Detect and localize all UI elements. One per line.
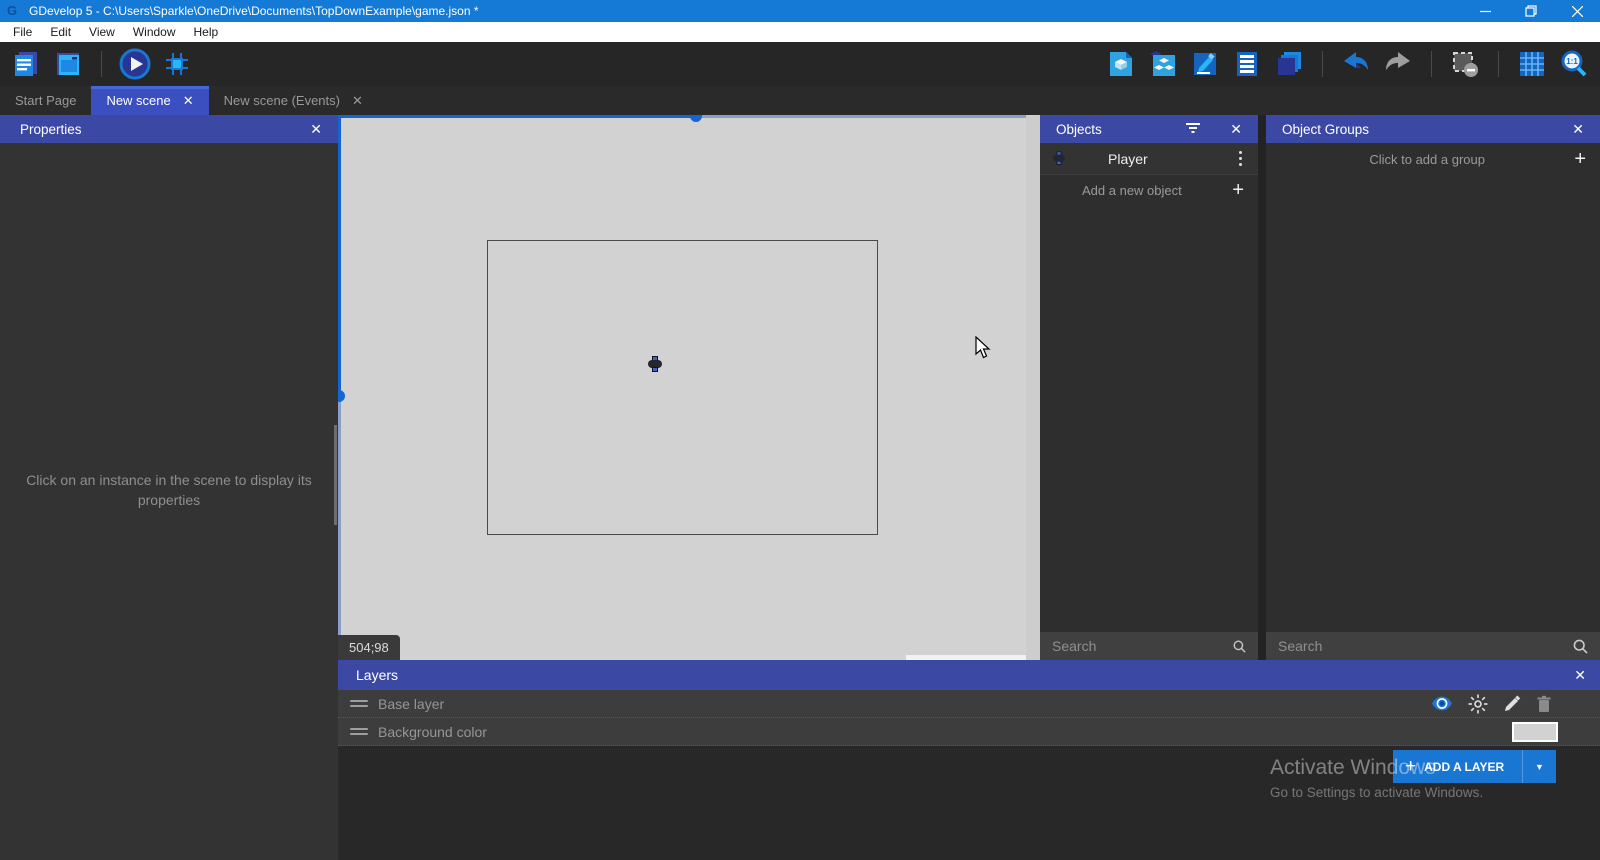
vertical-scroll-thumb[interactable] bbox=[338, 390, 345, 402]
player-feet bbox=[652, 367, 658, 372]
menu-window[interactable]: Window bbox=[124, 22, 185, 42]
object-groups-header: Object Groups ✕ bbox=[1266, 115, 1600, 143]
tab-new-scene-events[interactable]: New scene (Events) ✕ bbox=[209, 86, 378, 115]
add-layer-button[interactable]: + ADD A LAYER ▼ bbox=[1393, 750, 1556, 783]
layers-icon[interactable] bbox=[1273, 48, 1305, 80]
toolbar-separator bbox=[1431, 51, 1432, 77]
edit-scene-properties-icon[interactable] bbox=[1189, 48, 1221, 80]
vertical-scroll-track[interactable] bbox=[338, 115, 341, 660]
properties-empty-message: Click on an instance in the scene to dis… bbox=[19, 470, 319, 510]
chevron-down-icon[interactable]: ▼ bbox=[1522, 750, 1556, 783]
grid-icon[interactable] bbox=[1516, 48, 1548, 80]
restore-button[interactable] bbox=[1508, 0, 1554, 22]
scene-window-border bbox=[487, 240, 878, 535]
groups-searchbar bbox=[1266, 632, 1600, 660]
close-icon[interactable]: ✕ bbox=[1556, 121, 1600, 138]
add-object-row[interactable]: Add a new object + bbox=[1040, 175, 1258, 205]
horizontal-scroll-thumb[interactable] bbox=[690, 115, 702, 122]
object-groups-icon[interactable] bbox=[1147, 48, 1179, 80]
panel-resize-gutter[interactable] bbox=[1026, 115, 1040, 660]
scene-canvas[interactable]: 504;98 bbox=[338, 115, 1026, 660]
plus-icon[interactable]: + bbox=[1232, 179, 1244, 202]
menu-help[interactable]: Help bbox=[185, 22, 228, 42]
objects-panel: Objects ✕ Player Add a new object + bbox=[1040, 115, 1258, 660]
tab-new-scene[interactable]: New scene ✕ bbox=[91, 86, 208, 115]
redo-icon[interactable] bbox=[1382, 48, 1414, 80]
layers-title: Layers bbox=[356, 667, 398, 683]
main-area: Properties ✕ Click on an instance in the… bbox=[0, 115, 1600, 860]
close-window-button[interactable] bbox=[1554, 0, 1600, 22]
trash-icon[interactable] bbox=[1536, 695, 1552, 713]
properties-scrollbar[interactable] bbox=[334, 425, 337, 525]
filter-icon[interactable] bbox=[1186, 121, 1214, 137]
add-object-icon[interactable] bbox=[1105, 48, 1137, 80]
objects-header: Objects ✕ bbox=[1040, 115, 1258, 143]
instances-list-icon[interactable] bbox=[1231, 48, 1263, 80]
plus-icon[interactable]: + bbox=[1574, 148, 1586, 171]
objects-title: Objects bbox=[1056, 122, 1102, 137]
panel-divider[interactable] bbox=[1258, 115, 1266, 660]
properties-header: Properties ✕ bbox=[0, 115, 338, 143]
objects-searchbar bbox=[1040, 632, 1258, 660]
project-manager-icon[interactable] bbox=[10, 48, 42, 80]
menu-file[interactable]: File bbox=[4, 22, 41, 42]
background-color-swatch[interactable] bbox=[1512, 722, 1558, 742]
search-icon bbox=[1573, 639, 1588, 654]
mouse-cursor bbox=[975, 336, 993, 360]
visibility-eye-icon[interactable] bbox=[1431, 696, 1453, 711]
main-toolbar: 1:1 bbox=[0, 42, 1600, 86]
menu-edit[interactable]: Edit bbox=[41, 22, 80, 42]
add-group-row[interactable]: Click to add a group + bbox=[1266, 143, 1600, 175]
cursor-coordinates: 504;98 bbox=[338, 635, 400, 660]
player-thumbnail bbox=[1053, 151, 1065, 166]
object-name: Player bbox=[1108, 151, 1148, 167]
player-instance[interactable] bbox=[648, 356, 662, 374]
tab-start-page[interactable]: Start Page bbox=[0, 86, 91, 115]
object-groups-panel: Object Groups ✕ Click to add a group + bbox=[1266, 115, 1600, 660]
search-icon bbox=[1233, 639, 1246, 654]
objects-search-input[interactable] bbox=[1052, 638, 1233, 654]
editor-tabbar: Start Page New scene ✕ New scene (Events… bbox=[0, 86, 1600, 115]
layers-header: Layers ✕ bbox=[338, 660, 1600, 690]
drag-handle-icon[interactable] bbox=[350, 700, 368, 707]
tab-close-icon[interactable]: ✕ bbox=[183, 93, 194, 109]
close-icon[interactable]: ✕ bbox=[1560, 667, 1600, 684]
properties-title: Properties bbox=[20, 122, 82, 137]
preview-play-icon[interactable] bbox=[119, 48, 151, 80]
restore-icon bbox=[1525, 5, 1537, 17]
object-menu-icon[interactable] bbox=[1235, 147, 1246, 170]
object-row-player[interactable]: Player bbox=[1040, 143, 1258, 175]
drag-handle-icon[interactable] bbox=[350, 728, 368, 735]
undo-icon[interactable] bbox=[1340, 48, 1372, 80]
menu-bar: File Edit View Window Help bbox=[0, 22, 1600, 42]
layer-row-background-color[interactable]: Background color bbox=[338, 718, 1600, 746]
edit-pencil-icon[interactable] bbox=[1503, 695, 1521, 713]
window-titlebar: G GDevelop 5 - C:\Users\Sparkle\OneDrive… bbox=[0, 0, 1600, 22]
menu-view[interactable]: View bbox=[80, 22, 124, 42]
close-icon[interactable]: ✕ bbox=[294, 121, 338, 138]
toolbar-separator bbox=[1322, 51, 1323, 77]
toolbar-separator bbox=[101, 51, 102, 77]
deselect-icon[interactable] bbox=[1449, 48, 1481, 80]
window-title: GDevelop 5 - C:\Users\Sparkle\OneDrive\D… bbox=[29, 4, 479, 18]
plus-icon: + bbox=[1405, 756, 1416, 778]
svg-text:1:1: 1:1 bbox=[1566, 57, 1578, 66]
groups-search-input[interactable] bbox=[1278, 638, 1573, 654]
start-page-icon[interactable] bbox=[52, 48, 84, 80]
object-groups-title: Object Groups bbox=[1282, 122, 1369, 137]
toolbar-separator bbox=[1498, 51, 1499, 77]
properties-panel: Properties ✕ Click on an instance in the… bbox=[0, 115, 338, 860]
tab-close-icon[interactable]: ✕ bbox=[352, 93, 363, 109]
horizontal-scroll-track[interactable] bbox=[338, 115, 1026, 118]
layer-row-base[interactable]: Base layer bbox=[338, 690, 1600, 718]
layers-panel: Layers ✕ Base layer bbox=[338, 660, 1600, 860]
zoom-ratio-icon[interactable]: 1:1 bbox=[1558, 48, 1590, 80]
debug-icon[interactable] bbox=[161, 48, 193, 80]
gdevelop-logo-icon: G bbox=[7, 4, 23, 18]
close-icon[interactable]: ✕ bbox=[1214, 121, 1258, 138]
minimize-button[interactable] bbox=[1462, 0, 1508, 22]
effects-icon[interactable] bbox=[1468, 694, 1488, 714]
